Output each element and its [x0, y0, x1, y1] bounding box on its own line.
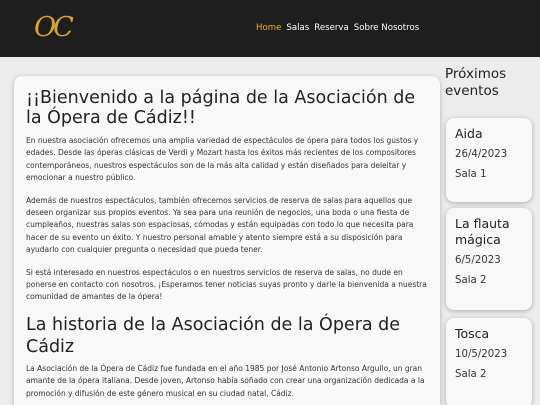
event-name: Tosca — [455, 326, 490, 341]
event-card-tosca[interactable]: Tosca 10/5/2023 Sala 2 — [446, 318, 532, 405]
main-content-card: ¡¡Bienvenido a la página de la Asociació… — [14, 76, 440, 405]
welcome-heading: ¡¡Bienvenido a la página de la Asociació… — [26, 88, 416, 128]
nav-link-home[interactable]: Home — [256, 22, 281, 34]
history-heading: La historia de la Asociación de la Ópera… — [26, 314, 401, 357]
event-card-aida[interactable]: Aida 26/4/2023 Sala 1 — [446, 118, 532, 202]
history-paragraph: La Asociación de la Ópera de Cádiz fue f… — [26, 363, 425, 398]
main-nav: Home Salas Reserva Sobre Nosotros — [256, 22, 424, 34]
intro-paragraph: En nuestra asociación ofrecemos una ampl… — [26, 136, 419, 183]
event-date: 6/5/2023 — [455, 255, 501, 266]
event-room: Sala 2 — [455, 369, 487, 380]
logo[interactable]: OC — [34, 11, 74, 45]
nav-link-sobre-nosotros[interactable]: Sobre Nosotros — [354, 22, 419, 34]
event-room: Sala 2 — [455, 275, 487, 286]
event-date: 26/4/2023 — [455, 149, 508, 160]
event-name: La flauta mágica — [455, 216, 510, 247]
contact-paragraph: Si está interesado en nuestros espectácu… — [26, 267, 427, 302]
event-room: Sala 1 — [455, 169, 487, 180]
event-date: 10/5/2023 — [455, 349, 508, 360]
upcoming-events-sidebar: Próximos eventos — [444, 66, 540, 100]
services-paragraph: Además de nuestros espectáculos, también… — [26, 195, 414, 255]
upcoming-events-title: Próximos eventos — [445, 66, 507, 99]
top-navbar: OC Home Salas Reserva Sobre Nosotros — [0, 0, 540, 57]
event-card-la-flauta-magica[interactable]: La flauta mágica 6/5/2023 Sala 2 — [446, 208, 532, 310]
nav-link-salas[interactable]: Salas — [286, 22, 309, 34]
event-name: Aida — [455, 126, 483, 141]
nav-link-reserva[interactable]: Reserva — [314, 22, 349, 34]
